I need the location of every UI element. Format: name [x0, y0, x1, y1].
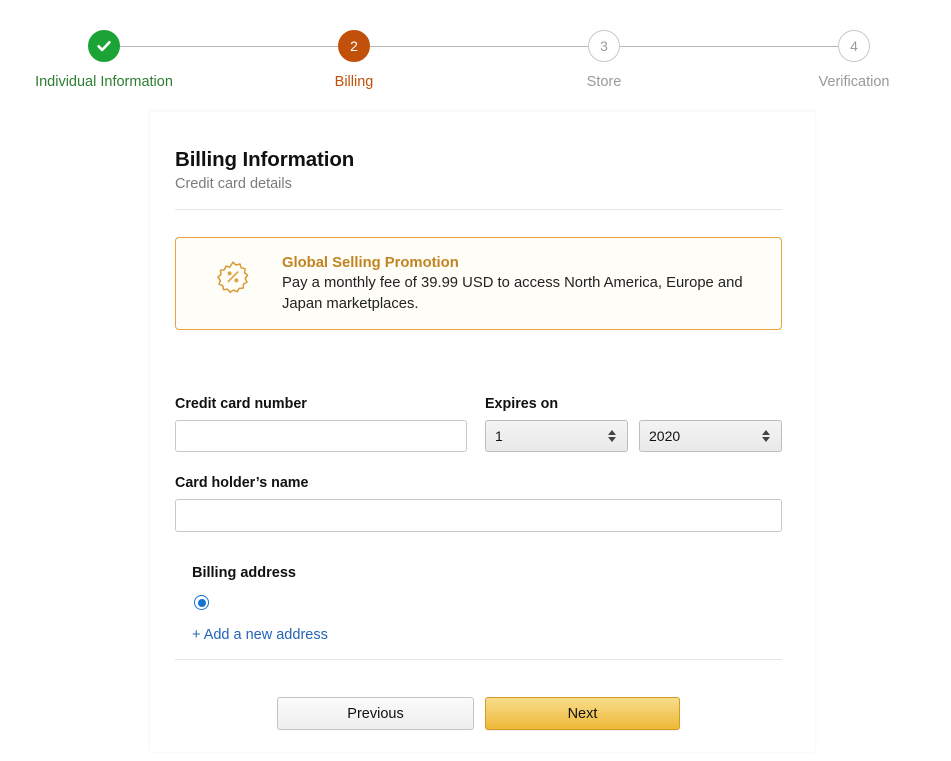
stepper-step-billing[interactable]: 2 Billing	[274, 30, 434, 91]
expiry-month-value: 1	[495, 428, 503, 444]
credit-card-number-input[interactable]	[175, 420, 467, 452]
card-number-group: Credit card number	[175, 396, 467, 452]
step-3-label: Store	[524, 75, 684, 91]
billing-address-group: Billing address + Add a new address	[192, 565, 782, 644]
header-divider	[175, 209, 782, 210]
expiry-month-select-wrapper: 1	[485, 420, 628, 452]
billing-address-label: Billing address	[192, 565, 782, 581]
step-4-label: Verification	[774, 75, 934, 91]
card-holder-name-input[interactable]	[175, 499, 782, 532]
stepper-step-store[interactable]: 3 Store	[524, 30, 684, 91]
step-3-circle: 3	[588, 30, 620, 62]
step-2-number: 2	[350, 39, 358, 53]
step-4-number: 4	[850, 39, 858, 53]
stepper-step-verification[interactable]: 4 Verification	[774, 30, 934, 91]
promotion-body: Pay a monthly fee of 39.99 USD to access…	[282, 273, 752, 315]
form-actions: Previous Next	[277, 697, 680, 730]
progress-stepper: Individual Information 2 Billing 3 Store…	[0, 0, 951, 100]
stepper-connector-3-4	[619, 46, 838, 47]
expires-on-label: Expires on	[485, 396, 782, 412]
expiry-year-select-wrapper: 2020	[639, 420, 782, 452]
promotion-banner: Global Selling Promotion Pay a monthly f…	[175, 237, 782, 330]
billing-form: Credit card number Expires on 1	[175, 396, 782, 644]
step-2-label: Billing	[274, 75, 434, 91]
card-number-label: Credit card number	[175, 396, 467, 412]
card-number-and-expiry-row: Credit card number Expires on 1	[175, 396, 782, 452]
step-1-circle	[88, 30, 120, 62]
card-holder-label: Card holder’s name	[175, 475, 782, 491]
footer-divider	[175, 659, 782, 660]
step-4-circle: 4	[838, 30, 870, 62]
step-2-circle: 2	[338, 30, 370, 62]
radio-dot-icon	[198, 599, 206, 607]
expiry-group: Expires on 1 2020	[485, 396, 782, 452]
page-title: Billing Information	[175, 112, 782, 172]
page-subtitle: Credit card details	[175, 176, 782, 192]
expiry-year-select[interactable]: 2020	[639, 420, 782, 452]
expiry-year-value: 2020	[649, 428, 680, 444]
add-new-address-link[interactable]: + Add a new address	[192, 627, 328, 643]
check-icon	[95, 37, 113, 55]
chevron-updown-icon	[762, 430, 770, 442]
card-holder-group: Card holder’s name	[175, 475, 782, 532]
stepper-connector-1-2	[120, 46, 339, 47]
promotion-title: Global Selling Promotion	[282, 255, 752, 271]
stepper-step-individual-information[interactable]: Individual Information	[24, 30, 184, 91]
previous-button[interactable]: Previous	[277, 697, 474, 730]
expiry-month-select[interactable]: 1	[485, 420, 628, 452]
billing-address-radio[interactable]	[194, 595, 209, 610]
step-3-number: 3	[600, 39, 608, 53]
step-1-label: Individual Information	[24, 75, 184, 91]
stepper-connector-2-3	[369, 46, 588, 47]
next-button[interactable]: Next	[485, 697, 680, 730]
chevron-updown-icon	[608, 430, 616, 442]
billing-panel: Billing Information Credit card details …	[150, 112, 815, 752]
percent-badge-icon	[216, 260, 260, 299]
